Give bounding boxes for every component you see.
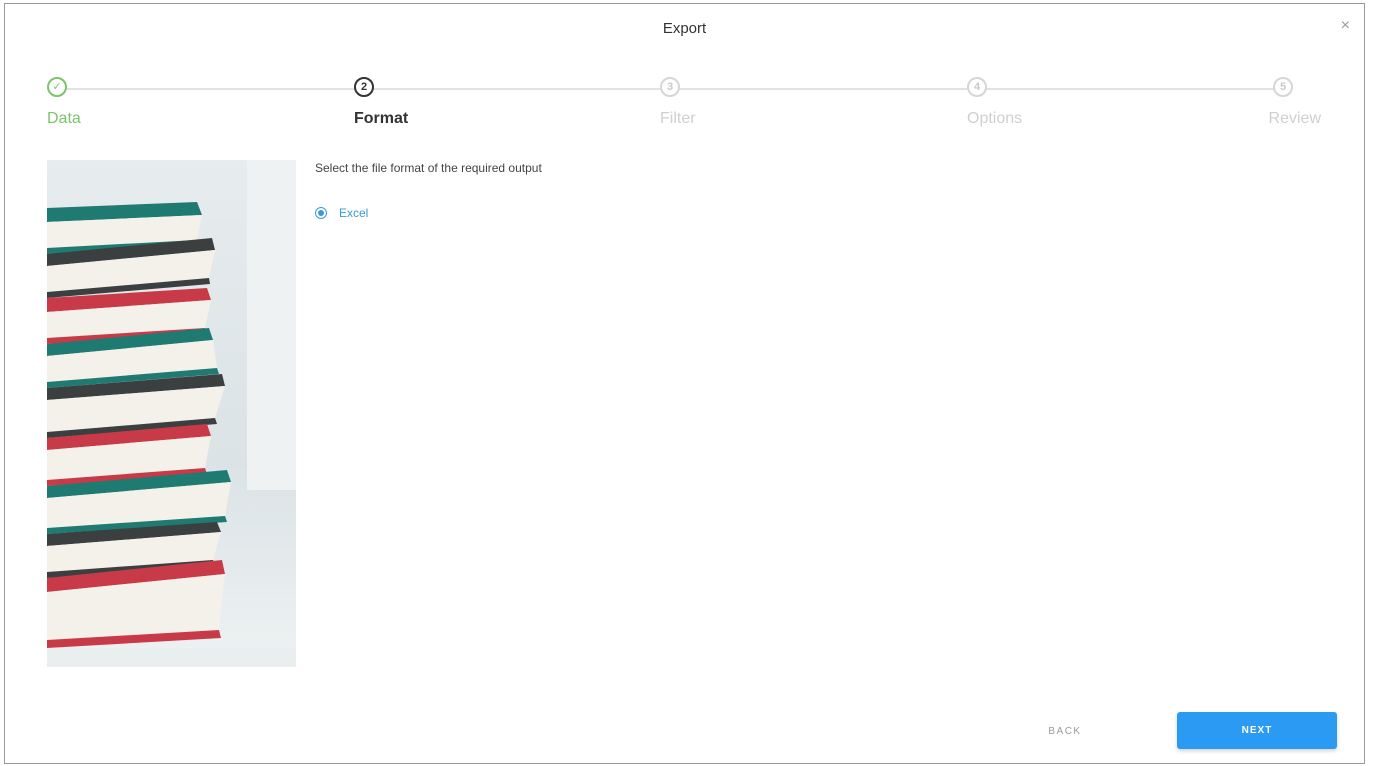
step-label: Options — [967, 110, 1023, 127]
instruction-text: Select the file format of the required o… — [315, 161, 542, 175]
step-number: 3 — [660, 77, 680, 97]
books-illustration — [47, 160, 296, 667]
format-option-label[interactable]: Excel — [339, 206, 368, 220]
step-number: 4 — [967, 77, 987, 97]
back-button[interactable]: BACK — [1035, 720, 1095, 744]
step-format[interactable]: 2 Format — [354, 77, 408, 127]
next-button[interactable]: NEXT — [1177, 712, 1337, 749]
step-label: Filter — [660, 110, 696, 127]
step-label: Format — [354, 110, 409, 127]
step-number: 2 — [354, 77, 374, 97]
close-icon[interactable]: × — [1341, 18, 1350, 34]
format-option-excel[interactable]: Excel — [315, 206, 368, 220]
step-label: Data — [47, 110, 81, 127]
step-review[interactable]: 5 Review — [1269, 77, 1321, 127]
radio-selected-icon[interactable] — [315, 207, 327, 219]
step-data[interactable]: ✓ Data — [47, 77, 81, 127]
check-circle-icon: ✓ — [47, 77, 67, 97]
books-stack-image — [47, 160, 296, 667]
export-dialog: Export × ✓ Data 2 Format 3 Filter 4 Opti… — [4, 3, 1365, 764]
step-label: Review — [1268, 110, 1321, 127]
step-number: 5 — [1273, 77, 1293, 97]
step-filter[interactable]: 3 Filter — [660, 77, 696, 127]
step-options[interactable]: 4 Options — [967, 77, 1022, 127]
dialog-title: Export — [662, 20, 707, 37]
